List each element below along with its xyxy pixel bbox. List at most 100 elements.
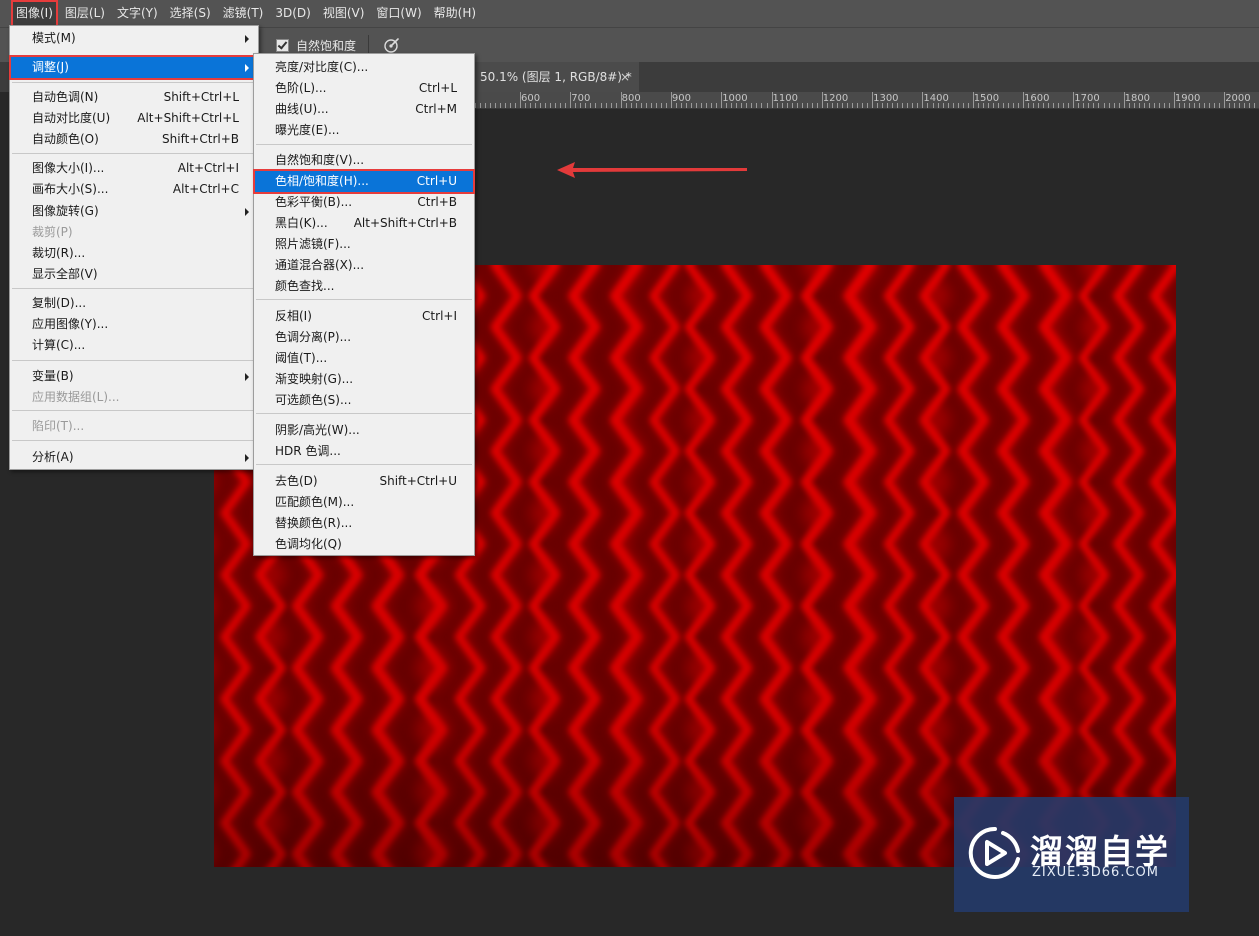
image-menu-item[interactable]: 计算(C)... (11, 335, 257, 356)
adjustment-menu-item[interactable]: 照片滤镜(F)... (255, 234, 473, 255)
adjustment-menu-item[interactable]: 匹配颜色(M)... (255, 492, 473, 513)
ruler-tick (615, 103, 617, 108)
adjustment-menu-item[interactable]: HDR 色调... (255, 441, 473, 462)
ruler-tick (867, 103, 869, 108)
menu-view[interactable]: 视图(V) (318, 0, 370, 27)
image-menu-item[interactable]: 图像大小(I)... Alt+Ctrl+I (11, 158, 257, 179)
image-menu-item[interactable]: 自动颜色(O) Shift+Ctrl+B (11, 129, 257, 150)
menu-item-shortcut: Ctrl+L (418, 81, 457, 95)
menu-window[interactable]: 窗口(W) (371, 0, 426, 27)
adjustment-menu-item[interactable]: 自然饱和度(V)... (255, 150, 473, 171)
menu-item-label: 去色(D) (275, 474, 318, 488)
menu-item-label: 黑白(K)... (275, 216, 328, 230)
adjustment-menu-item[interactable]: 亮度/对比度(C)... (255, 57, 473, 78)
image-menu-item[interactable]: 裁切(R)... (11, 243, 257, 264)
ruler-tick (595, 103, 597, 108)
ruler-tick (917, 103, 919, 108)
ruler-tick (509, 103, 511, 108)
menu-item-label: 颜色查找... (275, 279, 335, 293)
adjustment-menu-item[interactable]: 色彩平衡(B)... Ctrl+B (255, 192, 473, 213)
ruler-tick (1214, 103, 1216, 108)
hue-saturation-item[interactable]: 色相/饱和度(H)... Ctrl+U (253, 169, 475, 194)
adjustment-menu-item[interactable]: 渐变映射(G)... (255, 369, 473, 390)
vibrance-checkbox[interactable] (276, 39, 289, 52)
ruler-tick (1113, 103, 1115, 108)
menu-item-label: 模式(M) (32, 31, 76, 45)
ruler-tick (1053, 103, 1055, 108)
image-menu-item[interactable]: 分析(A) (11, 447, 257, 468)
menu-select[interactable]: 选择(S) (165, 0, 216, 27)
adjustment-menu-item[interactable]: 曝光度(E)... (255, 120, 473, 141)
adjustment-menu-item[interactable]: 反相(I) Ctrl+I (255, 306, 473, 327)
adjustment-menu-item[interactable]: 颜色查找... (255, 276, 473, 297)
image-menu-item[interactable]: 显示全部(V) (11, 264, 257, 285)
ruler-tick (967, 103, 969, 108)
ruler-tick (479, 103, 481, 108)
image-menu-item[interactable]: 复制(D)... (11, 293, 257, 314)
image-menu-item[interactable]: 图像旋转(G) (11, 201, 257, 222)
adjustment-menu-item[interactable]: 阴影/高光(W)... (255, 420, 473, 441)
adjustment-menu-item[interactable]: 曲线(U)... Ctrl+M (255, 99, 473, 120)
menu-item-label: 亮度/对比度(C)... (275, 60, 369, 74)
red-pointer-arrow (557, 162, 747, 178)
play-logo-icon (968, 826, 1020, 879)
menu-filter[interactable]: 滤镜(T) (218, 0, 269, 27)
menu-item-shortcut: Alt+Ctrl+I (177, 161, 239, 175)
adjustment-menu-item[interactable]: 去色(D) Shift+Ctrl+U (255, 471, 473, 492)
image-menu-item[interactable]: 调整(J) (9, 55, 259, 80)
image-menu-item[interactable]: 画布大小(S)... Alt+Ctrl+C (11, 179, 257, 200)
ruler-label: 1500 (973, 93, 1000, 104)
ruler-tick (1103, 103, 1105, 108)
menu-item-label: 陷印(T)... (32, 419, 85, 433)
ruler-label: 800 (621, 93, 641, 104)
ruler-tick (1018, 103, 1019, 108)
ruler-tick (494, 103, 496, 108)
adjustment-menu-item[interactable]: 可选颜色(S)... (255, 390, 473, 411)
image-menu-dropdown: 模式(M) 调整(J) 自动色调(N) Shift+Ctrl+L 自动对比度(U) Alt… (9, 25, 259, 470)
pressure-brush-icon[interactable] (383, 36, 401, 54)
menu-item-label: 可选颜色(S)... (275, 393, 352, 407)
ruler-tick (515, 103, 516, 108)
menu-help[interactable]: 帮助(H) (429, 0, 481, 27)
menu-item-label: 图像旋转(G) (32, 204, 99, 218)
options-divider (368, 35, 369, 55)
submenu-arrow-icon (245, 35, 249, 43)
menu-item-shortcut: Shift+Ctrl+B (162, 132, 239, 146)
ruler-label: 1300 (873, 93, 899, 104)
image-menu-item[interactable]: 自动色调(N) Shift+Ctrl+L (11, 87, 257, 108)
menu-item-shortcut: Alt+Shift+Ctrl+B (353, 216, 457, 230)
menu-3d[interactable]: 3D(D) (270, 0, 315, 27)
vibrance-option[interactable]: 自然饱和度 (276, 37, 356, 54)
adjustment-menu-item[interactable]: 色调均化(Q) (255, 534, 473, 555)
adjustment-menu-item[interactable]: 通道混合器(X)... (255, 255, 473, 276)
document-tab[interactable]: 50.1% (图层 1, RGB/8#) * × (474, 62, 639, 92)
image-menu-item[interactable]: 应用图像(Y)... (11, 314, 257, 335)
ruler-tick (852, 103, 853, 108)
adjustment-menu-item[interactable]: 替换颜色(R)... (255, 513, 473, 534)
ruler-tick (701, 103, 703, 108)
ruler-label: 1900 (1174, 93, 1201, 104)
image-menu-item[interactable]: 自动对比度(U) Alt+Shift+Ctrl+L (11, 108, 257, 129)
adjustment-menu-item[interactable]: 阈值(T)... (255, 348, 473, 369)
ruler-tick (1168, 103, 1170, 108)
menu-item-label: 阴影/高光(W)... (275, 423, 360, 437)
menu-separator (12, 440, 256, 441)
ruler-tick (540, 103, 542, 108)
image-menu-item[interactable]: 变量(B) (11, 366, 257, 387)
adjustment-menu-item[interactable]: 黑白(K)... Alt+Shift+Ctrl+B (255, 213, 473, 234)
menu-layer[interactable]: 图层(L) (60, 0, 110, 27)
ruler-tick (1158, 103, 1160, 108)
menu-type[interactable]: 文字(Y) (112, 0, 163, 27)
adjustment-menu-item[interactable]: 色阶(L)... Ctrl+L (255, 78, 473, 99)
close-tab-icon[interactable]: × (620, 62, 630, 92)
adjustment-menu-item[interactable]: 色调分离(P)... (255, 327, 473, 348)
menu-item-shortcut: Alt+Ctrl+C (172, 182, 239, 196)
image-menu-item[interactable]: 模式(M) (11, 28, 257, 49)
menu-image[interactable]: 图像(I) (11, 0, 58, 27)
menu-item-label: 色阶(L)... (275, 81, 327, 95)
menu-item-label: 色相/饱和度(H)... (275, 174, 369, 188)
menu-item-label: 调整(J) (32, 60, 69, 74)
submenu-arrow-icon (245, 64, 249, 72)
menu-item-shortcut: Ctrl+I (422, 309, 457, 323)
ruler-label: 900 (671, 93, 691, 104)
